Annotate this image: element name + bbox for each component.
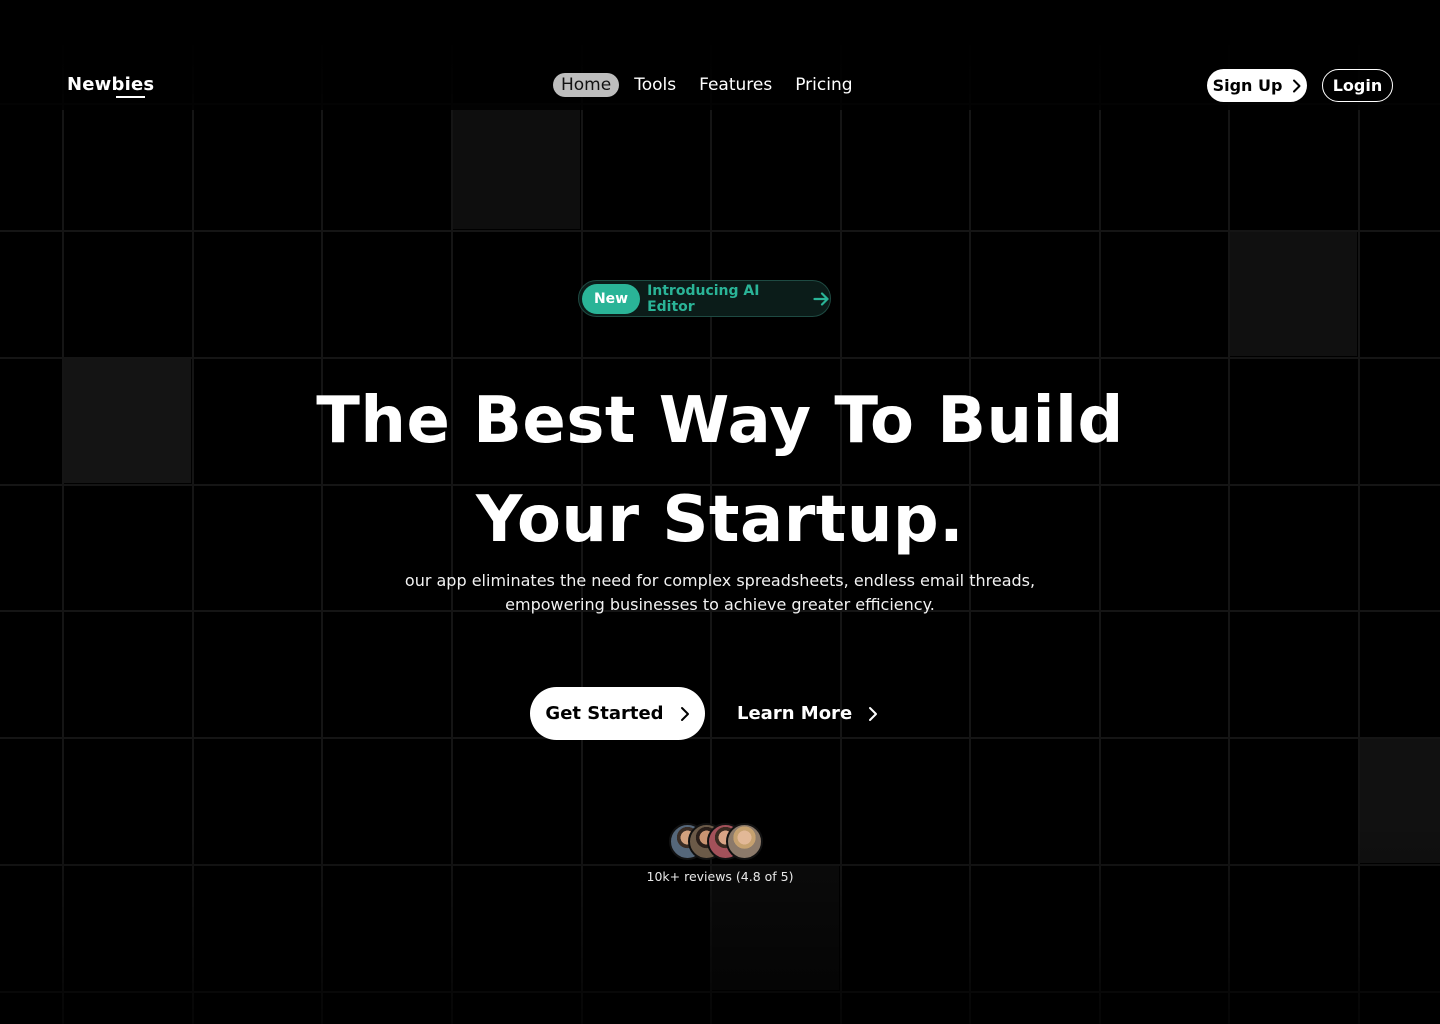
badge-new-tag: New: [582, 283, 641, 314]
chevron-right-icon: [680, 706, 689, 721]
grid-highlight-cell: [1229, 231, 1357, 356]
chevron-right-icon: [869, 706, 878, 721]
hero-title-line-2: Your Startup.: [475, 483, 965, 557]
hero-subtitle-line-2: empowering businesses to achieve greater…: [505, 595, 935, 614]
brand-logo[interactable]: Newbies: [67, 74, 154, 95]
badge-text: Introducing AI Editor: [647, 282, 760, 315]
get-started-button[interactable]: Get Started: [530, 687, 705, 740]
hero-title: The Best Way To Build Your Startup.: [0, 372, 1440, 570]
chevron-right-icon: [1293, 79, 1301, 92]
logo-underline: [116, 96, 145, 98]
reviews-summary: 10k+ reviews (4.8 of 5): [646, 869, 794, 884]
grid-highlight-cell: [1359, 738, 1440, 863]
nav-link-features[interactable]: Features: [691, 73, 780, 97]
navbar: Newbies Home Tools Features Pricing Sign…: [0, 0, 1440, 104]
hero-title-line-1: The Best Way To Build: [316, 384, 1124, 458]
get-started-label: Get Started: [545, 703, 664, 724]
announcement-badge[interactable]: New Introducing AI Editor: [578, 280, 831, 317]
reviewer-avatars: [669, 823, 769, 861]
arrow-right-icon: [813, 291, 830, 306]
signup-label: Sign Up: [1212, 76, 1283, 95]
nav-link-pricing[interactable]: Pricing: [787, 73, 860, 97]
hero-subtitle-line-1: our app eliminates the need for complex …: [404, 571, 1036, 590]
nav-links: Home Tools Features Pricing: [553, 73, 861, 97]
hero-subtitle: our app eliminates the need for complex …: [0, 569, 1440, 617]
nav-link-home[interactable]: Home: [553, 73, 620, 97]
login-button[interactable]: Login: [1322, 69, 1393, 102]
landing-page: Newbies Home Tools Features Pricing Sign…: [0, 0, 1440, 1024]
learn-more-button[interactable]: Learn More: [737, 687, 878, 740]
nav-link-tools[interactable]: Tools: [626, 73, 684, 97]
avatar: [726, 823, 763, 860]
signup-button[interactable]: Sign Up: [1207, 69, 1307, 102]
learn-more-label: Learn More: [737, 703, 853, 724]
grid-highlight-cell: [452, 104, 580, 229]
